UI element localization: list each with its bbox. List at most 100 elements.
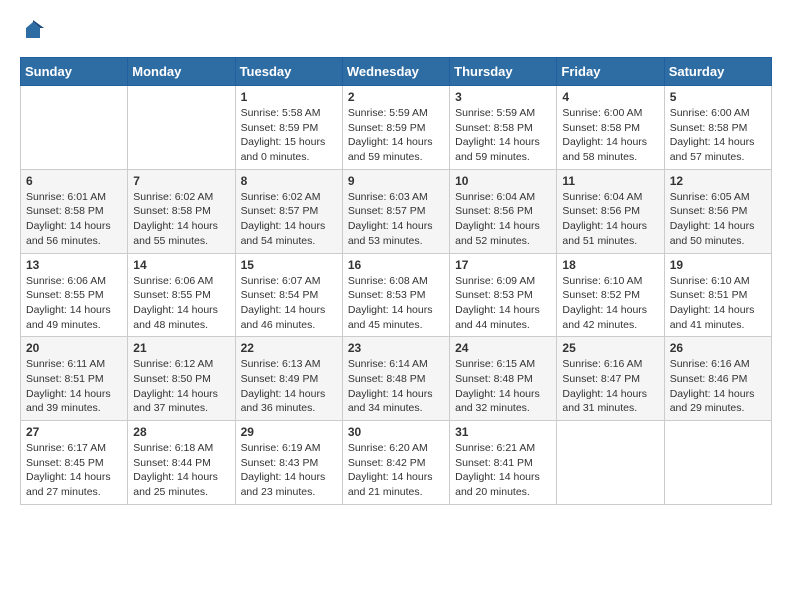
cell-content: Sunrise: 6:17 AM Sunset: 8:45 PM Dayligh… xyxy=(26,441,122,500)
cell-content: Sunrise: 6:15 AM Sunset: 8:48 PM Dayligh… xyxy=(455,357,551,416)
calendar-cell: 21 Sunrise: 6:12 AM Sunset: 8:50 PM Dayli… xyxy=(128,337,235,421)
cell-content: Sunrise: 5:58 AM Sunset: 8:59 PM Dayligh… xyxy=(241,106,337,165)
calendar-cell: 13Sunrise: 6:06 AM Sunset: 8:55 PM Dayli… xyxy=(21,253,128,337)
day-number: 30 xyxy=(348,425,444,439)
day-header-friday: Friday xyxy=(557,58,664,86)
calendar-cell: 8 Sunrise: 6:02 AM Sunset: 8:57 PM Daylig… xyxy=(235,169,342,253)
day-number: 22 xyxy=(241,341,337,355)
cell-content: Sunrise: 6:19 AM Sunset: 8:43 PM Dayligh… xyxy=(241,441,337,500)
calendar-cell: 9 Sunrise: 6:03 AM Sunset: 8:57 PM Daylig… xyxy=(342,169,449,253)
calendar-week-row: 6 Sunrise: 6:01 AM Sunset: 8:58 PM Daylig… xyxy=(21,169,772,253)
day-number: 4 xyxy=(562,90,658,104)
cell-content: Sunrise: 6:07 AM Sunset: 8:54 PM Dayligh… xyxy=(241,274,337,333)
calendar-table: SundayMondayTuesdayWednesdayThursdayFrid… xyxy=(20,57,772,505)
day-number: 1 xyxy=(241,90,337,104)
calendar-cell: 3Sunrise: 5:59 AM Sunset: 8:58 PM Daylig… xyxy=(450,86,557,170)
day-number: 26 xyxy=(670,341,766,355)
calendar-cell: 7Sunrise: 6:02 AM Sunset: 8:58 PM Daylig… xyxy=(128,169,235,253)
calendar-cell: 17 Sunrise: 6:09 AM Sunset: 8:53 PM Dayli… xyxy=(450,253,557,337)
cell-content: Sunrise: 6:01 AM Sunset: 8:58 PM Dayligh… xyxy=(26,190,122,249)
cell-content: Sunrise: 6:04 AM Sunset: 8:56 PM Dayligh… xyxy=(455,190,551,249)
calendar-cell: 1 Sunrise: 5:58 AM Sunset: 8:59 PM Daylig… xyxy=(235,86,342,170)
cell-content: Sunrise: 6:02 AM Sunset: 8:58 PM Dayligh… xyxy=(133,190,229,249)
cell-content: Sunrise: 6:14 AM Sunset: 8:48 PM Dayligh… xyxy=(348,357,444,416)
day-number: 2 xyxy=(348,90,444,104)
calendar-cell xyxy=(128,86,235,170)
calendar-cell: 30 Sunrise: 6:20 AM Sunset: 8:42 PM Dayli… xyxy=(342,421,449,505)
cell-content: Sunrise: 6:03 AM Sunset: 8:57 PM Dayligh… xyxy=(348,190,444,249)
day-number: 11 xyxy=(562,174,658,188)
calendar-cell: 19Sunrise: 6:10 AM Sunset: 8:51 PM Dayli… xyxy=(664,253,771,337)
cell-content: Sunrise: 6:18 AM Sunset: 8:44 PM Dayligh… xyxy=(133,441,229,500)
calendar-cell: 29 Sunrise: 6:19 AM Sunset: 8:43 PM Dayli… xyxy=(235,421,342,505)
cell-content: Sunrise: 5:59 AM Sunset: 8:59 PM Dayligh… xyxy=(348,106,444,165)
calendar-cell: 18 Sunrise: 6:10 AM Sunset: 8:52 PM Dayli… xyxy=(557,253,664,337)
day-number: 19 xyxy=(670,258,766,272)
cell-content: Sunrise: 6:00 AM Sunset: 8:58 PM Dayligh… xyxy=(562,106,658,165)
day-number: 31 xyxy=(455,425,551,439)
calendar-cell: 16 Sunrise: 6:08 AM Sunset: 8:53 PM Dayli… xyxy=(342,253,449,337)
cell-content: Sunrise: 6:16 AM Sunset: 8:47 PM Dayligh… xyxy=(562,357,658,416)
day-header-wednesday: Wednesday xyxy=(342,58,449,86)
day-number: 17 xyxy=(455,258,551,272)
day-header-thursday: Thursday xyxy=(450,58,557,86)
day-number: 29 xyxy=(241,425,337,439)
page-header xyxy=(20,20,772,47)
calendar-cell: 6 Sunrise: 6:01 AM Sunset: 8:58 PM Daylig… xyxy=(21,169,128,253)
calendar-cell: 11Sunrise: 6:04 AM Sunset: 8:56 PM Dayli… xyxy=(557,169,664,253)
calendar-week-row: 1 Sunrise: 5:58 AM Sunset: 8:59 PM Daylig… xyxy=(21,86,772,170)
cell-content: Sunrise: 6:21 AM Sunset: 8:41 PM Dayligh… xyxy=(455,441,551,500)
day-number: 9 xyxy=(348,174,444,188)
cell-content: Sunrise: 6:10 AM Sunset: 8:52 PM Dayligh… xyxy=(562,274,658,333)
day-number: 23 xyxy=(348,341,444,355)
calendar-cell: 4 Sunrise: 6:00 AM Sunset: 8:58 PM Daylig… xyxy=(557,86,664,170)
calendar-cell: 22 Sunrise: 6:13 AM Sunset: 8:49 PM Dayli… xyxy=(235,337,342,421)
day-number: 25 xyxy=(562,341,658,355)
cell-content: Sunrise: 6:00 AM Sunset: 8:58 PM Dayligh… xyxy=(670,106,766,165)
calendar-cell: 25 Sunrise: 6:16 AM Sunset: 8:47 PM Dayli… xyxy=(557,337,664,421)
day-number: 8 xyxy=(241,174,337,188)
calendar-cell: 31 Sunrise: 6:21 AM Sunset: 8:41 PM Dayli… xyxy=(450,421,557,505)
cell-content: Sunrise: 6:11 AM Sunset: 8:51 PM Dayligh… xyxy=(26,357,122,416)
calendar-cell: 24 Sunrise: 6:15 AM Sunset: 8:48 PM Dayli… xyxy=(450,337,557,421)
cell-content: Sunrise: 6:12 AM Sunset: 8:50 PM Dayligh… xyxy=(133,357,229,416)
cell-content: Sunrise: 6:13 AM Sunset: 8:49 PM Dayligh… xyxy=(241,357,337,416)
day-number: 15 xyxy=(241,258,337,272)
day-number: 10 xyxy=(455,174,551,188)
calendar-cell: 12Sunrise: 6:05 AM Sunset: 8:56 PM Dayli… xyxy=(664,169,771,253)
calendar-cell: 15 Sunrise: 6:07 AM Sunset: 8:54 PM Dayli… xyxy=(235,253,342,337)
calendar-cell: 28Sunrise: 6:18 AM Sunset: 8:44 PM Dayli… xyxy=(128,421,235,505)
calendar-cell: 20 Sunrise: 6:11 AM Sunset: 8:51 PM Dayli… xyxy=(21,337,128,421)
day-number: 20 xyxy=(26,341,122,355)
cell-content: Sunrise: 6:20 AM Sunset: 8:42 PM Dayligh… xyxy=(348,441,444,500)
logo-icon xyxy=(22,20,44,42)
day-number: 27 xyxy=(26,425,122,439)
day-number: 5 xyxy=(670,90,766,104)
cell-content: Sunrise: 6:06 AM Sunset: 8:55 PM Dayligh… xyxy=(133,274,229,333)
day-header-sunday: Sunday xyxy=(21,58,128,86)
calendar-cell: 26 Sunrise: 6:16 AM Sunset: 8:46 PM Dayli… xyxy=(664,337,771,421)
cell-content: Sunrise: 6:08 AM Sunset: 8:53 PM Dayligh… xyxy=(348,274,444,333)
day-number: 6 xyxy=(26,174,122,188)
day-number: 21 xyxy=(133,341,229,355)
logo xyxy=(20,20,44,47)
calendar-cell: 10 Sunrise: 6:04 AM Sunset: 8:56 PM Dayli… xyxy=(450,169,557,253)
calendar-cell xyxy=(664,421,771,505)
day-header-tuesday: Tuesday xyxy=(235,58,342,86)
calendar-week-row: 20 Sunrise: 6:11 AM Sunset: 8:51 PM Dayli… xyxy=(21,337,772,421)
day-number: 24 xyxy=(455,341,551,355)
day-number: 16 xyxy=(348,258,444,272)
day-number: 3 xyxy=(455,90,551,104)
day-number: 18 xyxy=(562,258,658,272)
day-number: 13 xyxy=(26,258,122,272)
calendar-cell: 23 Sunrise: 6:14 AM Sunset: 8:48 PM Dayli… xyxy=(342,337,449,421)
cell-content: Sunrise: 6:09 AM Sunset: 8:53 PM Dayligh… xyxy=(455,274,551,333)
day-number: 12 xyxy=(670,174,766,188)
day-number: 14 xyxy=(133,258,229,272)
calendar-cell: 2 Sunrise: 5:59 AM Sunset: 8:59 PM Daylig… xyxy=(342,86,449,170)
cell-content: Sunrise: 6:16 AM Sunset: 8:46 PM Dayligh… xyxy=(670,357,766,416)
calendar-cell: 27 Sunrise: 6:17 AM Sunset: 8:45 PM Dayli… xyxy=(21,421,128,505)
day-header-saturday: Saturday xyxy=(664,58,771,86)
cell-content: Sunrise: 6:02 AM Sunset: 8:57 PM Dayligh… xyxy=(241,190,337,249)
calendar-week-row: 13 Sunrise: 6:06 AM Sunset: 8:55 PM Dayli… xyxy=(21,253,772,337)
